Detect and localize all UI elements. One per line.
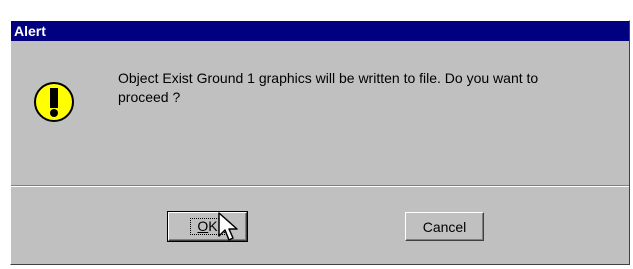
- cancel-button[interactable]: Cancel: [405, 212, 484, 241]
- exclamation-warning-icon: [34, 82, 74, 122]
- alert-message: Object Exist Ground 1 graphics will be w…: [118, 70, 539, 105]
- button-separator: [11, 185, 629, 187]
- mouse-pointer-icon: [218, 212, 238, 241]
- cancel-button-label: Cancel: [422, 218, 467, 235]
- dialog-title: Alert: [14, 23, 46, 39]
- alert-dialog: Alert Object Exist Ground 1 graphics wil…: [10, 20, 630, 265]
- dialog-titlebar[interactable]: Alert: [11, 21, 629, 41]
